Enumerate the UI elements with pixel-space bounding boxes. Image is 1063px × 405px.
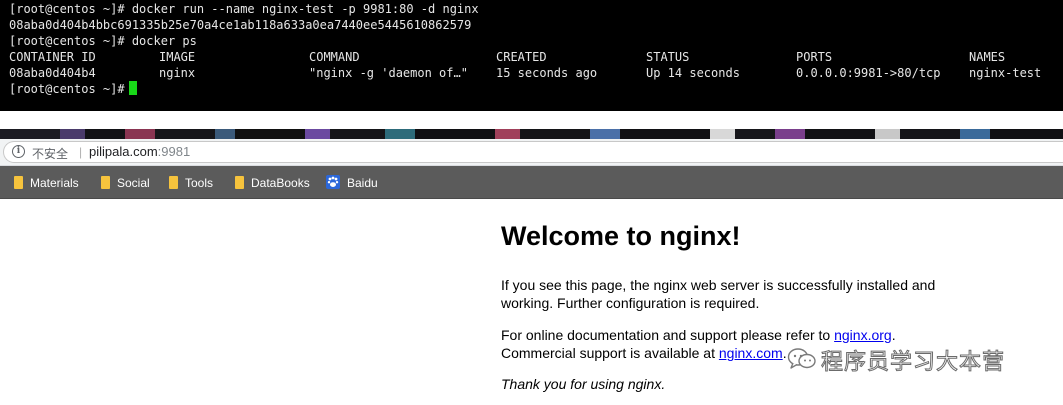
terminal-prompt: [root@centos ~]# xyxy=(9,82,125,96)
terminal-command-ps: [root@centos ~]# docker ps xyxy=(9,34,197,48)
bookmark-label: DataBooks xyxy=(251,176,310,190)
terminal-window[interactable]: [root@centos ~]# docker run --name nginx… xyxy=(0,0,1063,111)
bookmark-label: Tools xyxy=(185,176,214,190)
baidu-paw-icon xyxy=(326,175,340,189)
folder-icon xyxy=(235,176,244,189)
ps-created: 15 seconds ago xyxy=(496,66,598,80)
terminal-command-run: [root@centos ~]# docker run --name nginx… xyxy=(9,2,479,16)
ps-header-row: CONTAINER ID IMAGE COMMAND CREATED STATU… xyxy=(9,49,1063,65)
docs-text: For online documentation and support ple… xyxy=(501,327,835,343)
url-host: pilipala.com xyxy=(89,144,158,159)
ps-header-ports: PORTS xyxy=(796,50,833,64)
folder-icon xyxy=(101,176,110,189)
intro-paragraph: If you see this page, the nginx web serv… xyxy=(501,277,936,311)
security-label[interactable]: 不安全 xyxy=(32,145,68,162)
bookmark-label: Social xyxy=(117,176,150,190)
page-title: Welcome to nginx! xyxy=(501,221,741,251)
terminal-prompt-line[interactable]: [root@centos ~]# xyxy=(9,81,1063,97)
ps-names: nginx-test xyxy=(969,66,1042,80)
browser-address-bar: i 不安全 | pilipala.com:9981 xyxy=(0,139,1063,166)
url-omnibox[interactable]: i 不安全 | pilipala.com:9981 xyxy=(3,141,1063,163)
ps-container-id: 08aba0d404b4 xyxy=(9,66,96,80)
support-text: Commercial support is available at xyxy=(501,345,719,361)
nginx-com-link[interactable]: nginx.com xyxy=(719,345,783,361)
terminal-cursor xyxy=(128,81,137,95)
graffiti-banner-strip xyxy=(0,129,1063,139)
ps-status: Up 14 seconds xyxy=(646,66,740,80)
ps-header-image: IMAGE xyxy=(159,50,196,64)
watermark: 程序员学习大本营 xyxy=(787,339,1032,379)
ps-header-status: STATUS xyxy=(646,50,690,64)
url-text[interactable]: pilipala.com:9981 xyxy=(89,144,190,159)
bookmark-label: Baidu xyxy=(347,176,378,190)
url-port: :9981 xyxy=(157,144,191,159)
ps-ports: 0.0.0.0:9981->80/tcp xyxy=(796,66,941,80)
folder-icon xyxy=(169,176,178,189)
info-icon[interactable]: i xyxy=(12,145,25,158)
watermark-text: 程序员学习大本营 xyxy=(820,350,1006,376)
ps-header-command: COMMAND xyxy=(309,50,360,64)
ps-header-created: CREATED xyxy=(496,50,547,64)
screenshot-gap xyxy=(0,111,1063,129)
ps-command: "nginx -g 'daemon of…" xyxy=(309,66,468,80)
ps-header-names: NAMES xyxy=(969,50,1006,64)
folder-icon xyxy=(14,176,23,189)
support-period: . xyxy=(782,345,787,361)
terminal-container-hash: 08aba0d404b4bbc691335b25e70a4ce1ab118a63… xyxy=(9,18,472,32)
ps-image: nginx xyxy=(159,66,196,80)
ps-data-row: 08aba0d404b4 nginx "nginx -g 'daemon of…… xyxy=(9,65,1063,81)
bookmarks-bar: Materials Social Tools DataBooks Baidu xyxy=(0,166,1063,199)
wechat-icon xyxy=(787,347,817,376)
ps-header-container-id: CONTAINER ID xyxy=(9,50,96,64)
bookmark-label: Materials xyxy=(30,176,79,190)
address-separator: | xyxy=(79,145,83,159)
